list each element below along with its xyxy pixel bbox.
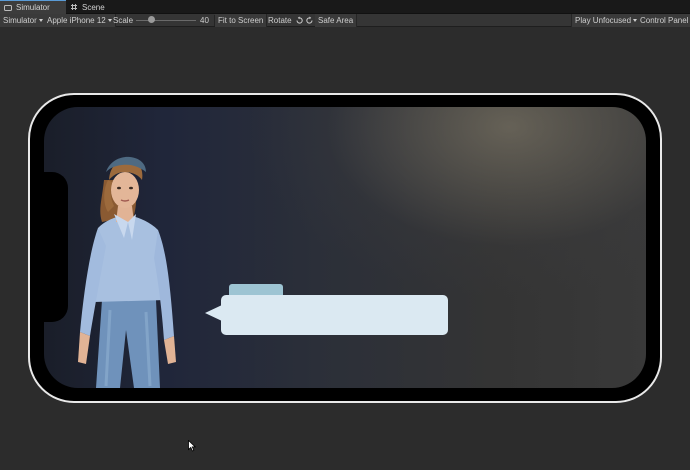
scale-slider[interactable] [136, 20, 196, 21]
safe-area-button[interactable]: Safe Area [315, 14, 358, 27]
chevron-down-icon [107, 19, 112, 22]
character-avatar [78, 156, 176, 388]
tab-simulator[interactable]: Simulator [0, 0, 66, 14]
control-panel-button[interactable]: Control Panel [637, 14, 690, 27]
editor-tab-bar: Simulator Scene [0, 0, 690, 14]
rotate-label: Rotate [268, 16, 292, 25]
fit-to-screen-label: Fit to Screen [218, 16, 264, 25]
scale-label: Scale [113, 16, 134, 25]
mouse-cursor-icon [188, 440, 196, 452]
play-mode-label: Play Unfocused [575, 16, 632, 25]
simulator-dropdown-label: Simulator [3, 16, 37, 25]
scene-grid-icon [70, 3, 78, 11]
play-mode-dropdown[interactable]: Play Unfocused [571, 14, 642, 27]
scale-slider-handle[interactable] [147, 16, 155, 23]
device-notch [44, 172, 68, 322]
simulator-dropdown[interactable]: Simulator [0, 14, 47, 27]
device-dropdown-label: Apple iPhone 12 [47, 16, 106, 25]
rotate-right-icon[interactable] [305, 14, 314, 27]
control-panel-label: Control Panel [640, 16, 689, 25]
tab-label: Simulator [16, 3, 50, 12]
rotate-left-icon[interactable] [295, 14, 304, 27]
speech-bubble-tail [205, 305, 222, 321]
simulator-icon [4, 4, 12, 12]
safe-area-label: Safe Area [318, 16, 354, 25]
fit-to-screen-button[interactable]: Fit to Screen [215, 14, 268, 27]
tab-label: Scene [82, 2, 105, 12]
chevron-down-icon [38, 19, 43, 22]
device-dropdown[interactable]: Apple iPhone 12 [44, 14, 116, 27]
tab-scene[interactable]: Scene [66, 0, 116, 14]
scale-value: 40 [200, 16, 209, 25]
speech-bubble [221, 295, 448, 335]
simulator-toolbar: Simulator Apple iPhone 12 Scale 40 Fit t… [0, 14, 690, 27]
